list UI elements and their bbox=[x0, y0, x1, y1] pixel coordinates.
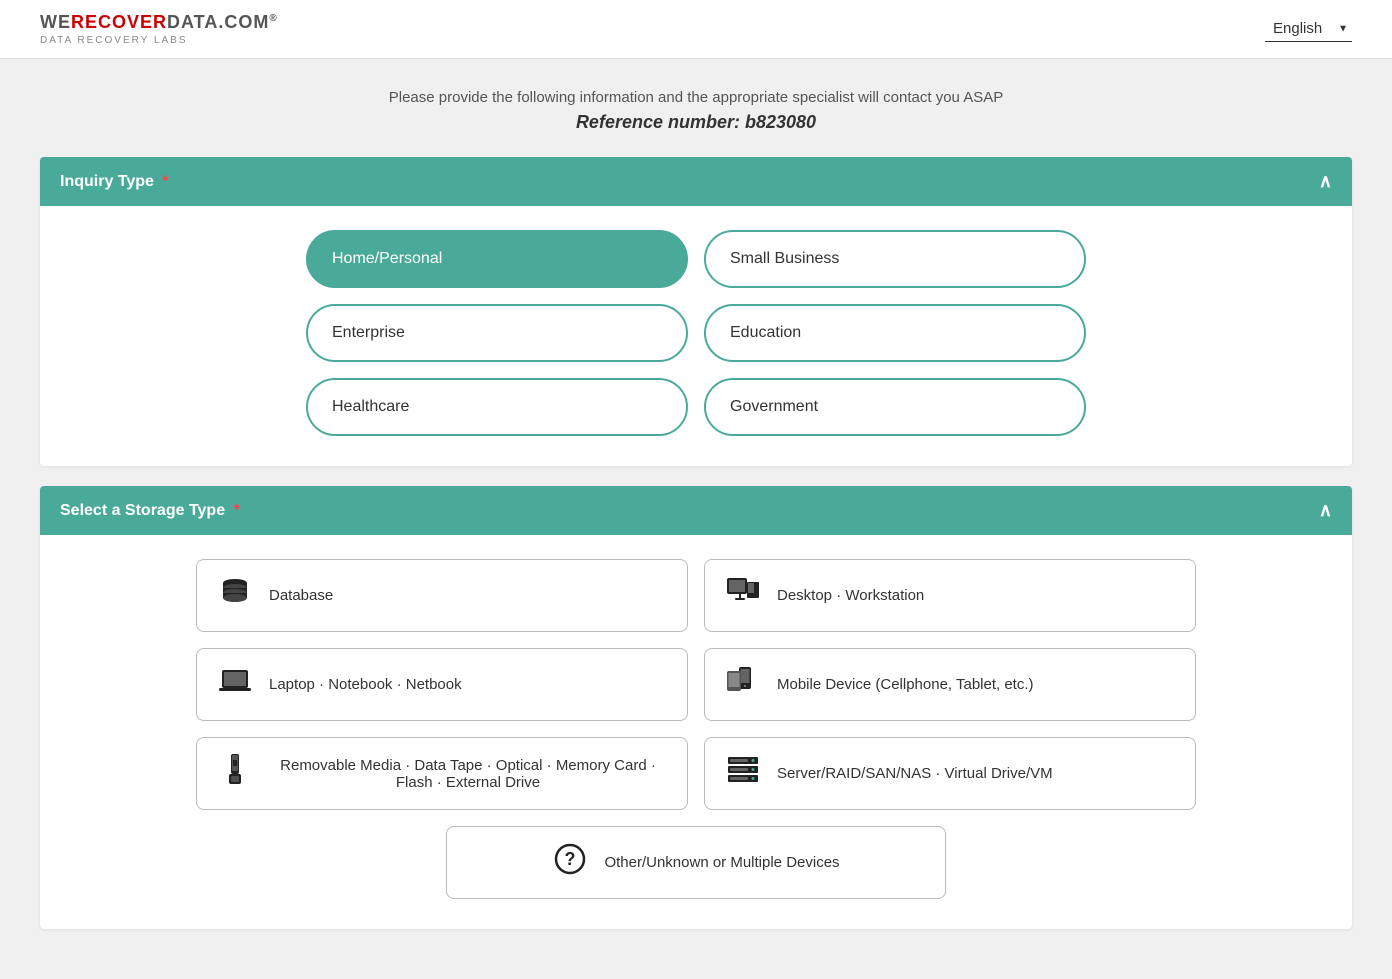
storage-label-desktop: Desktop · Workstation bbox=[777, 587, 924, 604]
storage-type-title: Select a Storage Type * bbox=[60, 502, 240, 520]
svg-text:?: ? bbox=[565, 849, 576, 869]
ref-value: b823080 bbox=[745, 112, 816, 132]
storage-btn-other[interactable]: ? Other/Unknown or Multiple Devices bbox=[446, 826, 946, 899]
inquiry-btn-enterprise[interactable]: Enterprise bbox=[306, 304, 688, 362]
storage-collapse-icon[interactable]: ∧ bbox=[1319, 500, 1332, 521]
server-icon bbox=[725, 752, 761, 795]
storage-label-database: Database bbox=[269, 587, 333, 604]
storage-type-header: Select a Storage Type * ∧ bbox=[40, 486, 1352, 535]
storage-btn-mobile[interactable]: Mobile Device (Cellphone, Tablet, etc.) bbox=[704, 648, 1196, 721]
database-icon bbox=[217, 574, 253, 617]
inquiry-btn-small-business[interactable]: Small Business bbox=[704, 230, 1086, 288]
storage-label-removable-media: Removable Media · Data Tape · Optical · … bbox=[269, 757, 667, 791]
storage-type-grid: Database bbox=[196, 559, 1196, 899]
header: WERECOVERDATA.COM® DATA RECOVERY LABS En… bbox=[0, 0, 1392, 59]
required-marker: * bbox=[158, 173, 169, 190]
desktop-icon bbox=[725, 574, 761, 617]
mobile-icon bbox=[725, 663, 761, 706]
logo: WERECOVERDATA.COM® DATA RECOVERY LABS bbox=[40, 12, 278, 46]
laptop-icon bbox=[217, 663, 253, 706]
storage-label-server: Server/RAID/SAN/NAS · Virtual Drive/VM bbox=[777, 765, 1053, 782]
storage-btn-database[interactable]: Database bbox=[196, 559, 688, 632]
storage-type-section: Select a Storage Type * ∧ bbox=[40, 486, 1352, 929]
storage-label-other: Other/Unknown or Multiple Devices bbox=[604, 854, 839, 871]
inquiry-btn-education[interactable]: Education bbox=[704, 304, 1086, 362]
required-marker-storage: * bbox=[229, 502, 240, 519]
usb-icon bbox=[217, 752, 253, 795]
inquiry-type-section: Inquiry Type * ∧ Home/Personal Small Bus… bbox=[40, 157, 1352, 466]
storage-label-mobile: Mobile Device (Cellphone, Tablet, etc.) bbox=[777, 676, 1034, 693]
inquiry-type-header: Inquiry Type * ∧ bbox=[40, 157, 1352, 206]
logo-recover: RECOVER bbox=[71, 12, 167, 32]
storage-btn-laptop[interactable]: Laptop · Notebook · Netbook bbox=[196, 648, 688, 721]
main-content: Please provide the following information… bbox=[0, 59, 1392, 979]
storage-label-laptop: Laptop · Notebook · Netbook bbox=[269, 676, 462, 693]
inquiry-type-grid: Home/Personal Small Business Enterprise … bbox=[306, 230, 1086, 436]
reference-number: Reference number: b823080 bbox=[40, 112, 1352, 133]
question-icon: ? bbox=[552, 841, 588, 884]
language-dropdown[interactable]: English French Spanish German bbox=[1265, 16, 1352, 42]
inquiry-type-body: Home/Personal Small Business Enterprise … bbox=[40, 206, 1352, 466]
inquiry-btn-government[interactable]: Government bbox=[704, 378, 1086, 436]
inquiry-btn-healthcare[interactable]: Healthcare bbox=[306, 378, 688, 436]
inquiry-btn-home-personal[interactable]: Home/Personal bbox=[306, 230, 688, 288]
ref-prefix: Reference number: bbox=[576, 112, 745, 132]
storage-btn-removable-media[interactable]: Removable Media · Data Tape · Optical · … bbox=[196, 737, 688, 810]
inquiry-type-title: Inquiry Type * bbox=[60, 173, 169, 191]
intro-description: Please provide the following information… bbox=[40, 89, 1352, 106]
storage-type-body: Database bbox=[40, 535, 1352, 929]
storage-btn-desktop[interactable]: Desktop · Workstation bbox=[704, 559, 1196, 632]
logo-sub: DATA RECOVERY LABS bbox=[40, 35, 278, 46]
logo-text: WERECOVERDATA.COM® bbox=[40, 12, 278, 32]
language-selector[interactable]: English French Spanish German ▼ bbox=[1265, 16, 1352, 42]
collapse-icon[interactable]: ∧ bbox=[1319, 171, 1332, 192]
storage-btn-server[interactable]: Server/RAID/SAN/NAS · Virtual Drive/VM bbox=[704, 737, 1196, 810]
